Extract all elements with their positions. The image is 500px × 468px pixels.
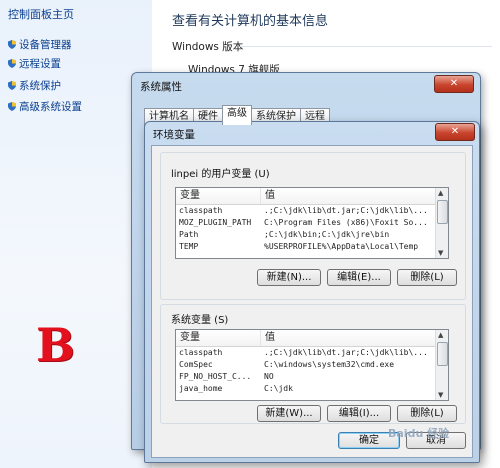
list-item[interactable]: classpath .;C:\jdk\lib\dt.jar;C:\jdk\lib… (176, 205, 448, 217)
shield-icon (8, 102, 16, 111)
list-item[interactable]: classpath .;C:\jdk\lib\dt.jar;C:\jdk\lib… (176, 347, 448, 359)
edit-system-variable-button[interactable]: 编辑(I)... (327, 405, 391, 422)
variable-name: TEMP (179, 242, 199, 251)
environment-variables-close-button[interactable]: ✕ (435, 123, 475, 141)
list-item[interactable]: FP_NO_HOST_C... NO (176, 371, 448, 383)
shield-icon (8, 40, 16, 49)
watermark-logo: Baidu 经验 (388, 427, 450, 440)
system-properties-title: 系统属性 (140, 81, 182, 93)
variable-name: MOZ_PLUGIN_PATH (179, 218, 252, 227)
scroll-down-icon[interactable]: ▼ (438, 391, 443, 399)
scroll-thumb[interactable] (437, 200, 448, 224)
variable-value: C:\windows\system32\cmd.exe (264, 360, 395, 369)
variable-value: %USERPROFILE%\AppData\Local\Temp (264, 242, 419, 251)
environment-variables-dialog: 环境变量 ✕ linpei 的用户变量 (U) 变量 值 classpath .… (144, 121, 480, 463)
list-item[interactable]: MOZ_PLUGIN_PATH C:\Program Files (x86)\F… (176, 217, 448, 229)
list-item[interactable]: java_home C:\jdk (176, 383, 448, 395)
system-protection-link[interactable]: 系统保护 (8, 78, 61, 93)
column-header-variable[interactable]: 变量 (176, 188, 261, 204)
new-system-variable-button[interactable]: 新建(W)... (257, 405, 321, 422)
system-list-scrollbar[interactable]: ▲ ▼ (435, 330, 448, 400)
advanced-system-settings-link[interactable]: 高级系统设置 (8, 99, 82, 114)
system-properties-close-button[interactable]: ✕ (434, 75, 474, 93)
section-divider (240, 46, 492, 47)
list-item[interactable]: TEMP %USERPROFILE%\AppData\Local\Temp (176, 241, 448, 253)
variable-value: ;C:\jdk\bin;C:\jdk\jre\bin (264, 230, 390, 239)
user-variables-list[interactable]: 变量 值 classpath .;C:\jdk\lib\dt.jar;C:\jd… (175, 187, 449, 259)
new-user-variable-button[interactable]: 新建(N)... (257, 269, 321, 286)
user-variables-group: linpei 的用户变量 (U) 变量 值 classpath .;C:\jdk… (160, 152, 466, 300)
list-header: 变量 值 (176, 330, 448, 347)
list-header: 变量 值 (176, 188, 448, 205)
delete-system-variable-button[interactable]: 删除(L) (397, 405, 457, 422)
dialog-client-area: linpei 的用户变量 (U) 变量 值 classpath .;C:\jdk… (151, 145, 473, 458)
remote-settings-link[interactable]: 远程设置 (8, 56, 61, 71)
variable-name: Path (179, 230, 199, 239)
variable-name: FP_NO_HOST_C... (179, 372, 252, 381)
advanced-system-settings-label: 高级系统设置 (19, 101, 82, 113)
device-manager-label: 设备管理器 (19, 39, 72, 51)
remote-settings-label: 远程设置 (19, 58, 61, 70)
variable-name: classpath (179, 348, 223, 357)
list-item[interactable]: Path ;C:\jdk\bin;C:\jdk\jre\bin (176, 229, 448, 241)
scroll-down-icon[interactable]: ▼ (438, 249, 443, 257)
system-protection-label: 系统保护 (19, 80, 61, 92)
user-list-scrollbar[interactable]: ▲ ▼ (435, 188, 448, 258)
system-variables-group: 系统变量 (S) 变量 值 classpath .;C:\jdk\lib\dt.… (160, 304, 466, 424)
variable-value: C:\Program Files (x86)\Foxit So... (264, 218, 428, 227)
shield-icon (8, 81, 16, 90)
variable-value: .;C:\jdk\lib\dt.jar;C:\jdk\lib\... (264, 348, 428, 357)
scroll-up-icon[interactable]: ▲ (438, 331, 443, 339)
windows-edition-section-label: Windows 版本 (172, 41, 244, 53)
variable-name: ComSpec (179, 360, 213, 369)
variable-name: java_home (179, 384, 223, 393)
column-header-value[interactable]: 值 (261, 330, 275, 346)
annotation-letter: B (36, 318, 75, 372)
variable-value: .;C:\jdk\lib\dt.jar;C:\jdk\lib\... (264, 206, 428, 215)
variable-name: classpath (179, 206, 223, 215)
column-header-variable[interactable]: 变量 (176, 330, 261, 346)
scroll-thumb[interactable] (437, 342, 448, 366)
edit-user-variable-button[interactable]: 编辑(E)... (327, 269, 391, 286)
environment-variables-title: 环境变量 (153, 129, 195, 141)
variable-value: NO (264, 372, 274, 381)
control-panel-home-link[interactable]: 控制面板主页 (8, 6, 74, 22)
system-variables-list[interactable]: 变量 值 classpath .;C:\jdk\lib\dt.jar;C:\jd… (175, 329, 449, 401)
variable-value: C:\jdk (264, 384, 293, 393)
system-variables-label: 系统变量 (S) (171, 315, 229, 326)
page-title: 查看有关计算机的基本信息 (172, 14, 329, 29)
device-manager-link[interactable]: 设备管理器 (8, 37, 72, 52)
scroll-up-icon[interactable]: ▲ (438, 189, 443, 197)
tab-advanced[interactable]: 高级 (222, 105, 252, 125)
column-header-value[interactable]: 值 (261, 188, 275, 204)
shield-icon (8, 59, 16, 68)
user-variables-label: linpei 的用户变量 (U) (171, 169, 270, 180)
delete-user-variable-button[interactable]: 删除(L) (397, 269, 457, 286)
list-item[interactable]: ComSpec C:\windows\system32\cmd.exe (176, 359, 448, 371)
